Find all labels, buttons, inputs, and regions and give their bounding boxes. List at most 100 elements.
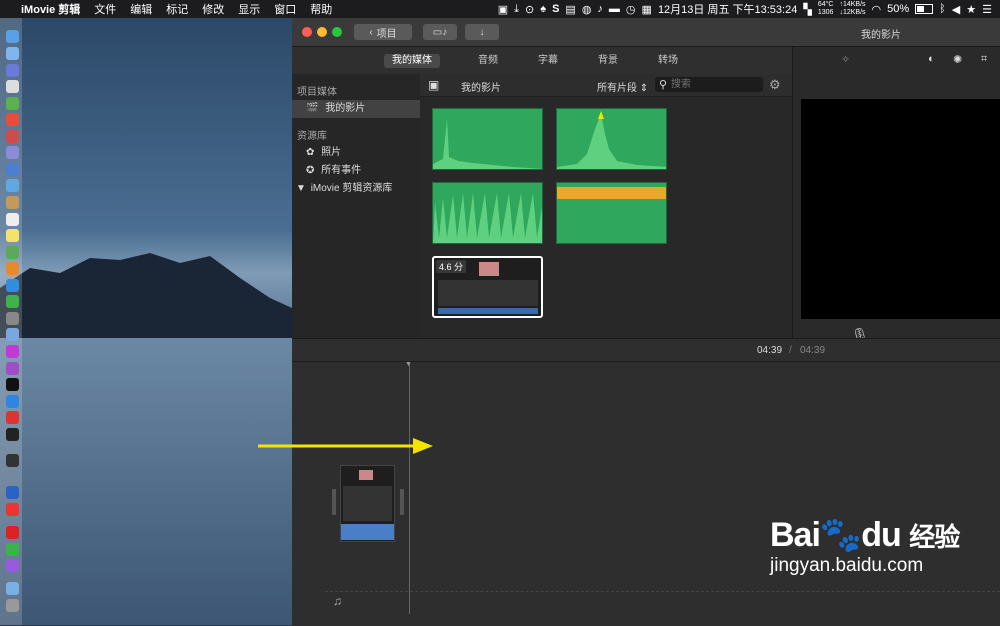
photos-icon[interactable] — [6, 262, 19, 275]
activity-monitor-icon[interactable] — [6, 454, 19, 467]
wifi-icon[interactable]: ◠ — [872, 3, 882, 16]
sidebar-item-my-movie[interactable]: 🎬 我的影片 — [292, 100, 420, 118]
battery-icon[interactable] — [915, 4, 934, 14]
tab-backgrounds[interactable]: 背景 — [590, 54, 626, 68]
chrome-icon[interactable] — [6, 113, 19, 126]
siri-icon[interactable] — [6, 47, 19, 60]
appstore-icon[interactable] — [6, 395, 19, 408]
tab-audio[interactable]: 音频 — [470, 54, 506, 68]
video-frame-image — [438, 308, 538, 314]
music-track[interactable]: ♫ — [325, 591, 1000, 612]
podcasts-icon[interactable] — [6, 362, 19, 375]
audio-clip-thumbnail[interactable] — [556, 182, 667, 244]
message-icon[interactable]: ▬ — [609, 3, 620, 15]
menu-help[interactable]: 帮助 — [303, 1, 339, 17]
audio-clip-thumbnail[interactable] — [432, 182, 543, 244]
wechat-icon[interactable] — [6, 543, 19, 556]
launchpad-icon[interactable] — [6, 64, 19, 77]
desktop-background — [0, 18, 292, 625]
s-app-icon[interactable]: S — [552, 3, 559, 15]
imovie-icon[interactable] — [6, 559, 19, 572]
disclosure-triangle-icon[interactable]: ▼ — [296, 183, 306, 194]
status-icon[interactable]: ▣ — [498, 3, 508, 16]
app-icon[interactable] — [6, 163, 19, 176]
viewer-panel: ✧ ◐ ✺ ⌗ 🎙 — [792, 47, 1000, 343]
status-icon[interactable]: ▚ — [803, 3, 811, 16]
maps-icon[interactable] — [6, 246, 19, 259]
menu-modify[interactable]: 修改 — [195, 1, 231, 17]
search-field[interactable]: ⚲ — [655, 77, 763, 92]
color-palette-icon[interactable]: ✺ — [953, 53, 962, 66]
datetime[interactable]: 12月13日 周五 下午13:53:24 — [658, 1, 797, 17]
sidebar-toggle-icon[interactable]: ▣ — [428, 78, 439, 92]
bluetooth-icon[interactable]: ᛒ — [939, 3, 946, 15]
safari-icon[interactable] — [6, 80, 19, 93]
search-input[interactable] — [671, 78, 759, 90]
tab-titles[interactable]: 字幕 — [530, 54, 566, 68]
app-icon[interactable] — [6, 196, 19, 209]
network-readout[interactable]: ↑14KB/s ↓12KB/s — [839, 1, 865, 17]
terminal-icon[interactable] — [6, 428, 19, 441]
settings-gear-icon[interactable]: ⚙ — [769, 77, 781, 93]
trim-handle-right[interactable] — [400, 489, 404, 515]
status-icon[interactable]: ⊙ — [525, 3, 534, 16]
music-icon[interactable] — [6, 345, 19, 358]
menu-view[interactable]: 显示 — [231, 1, 267, 17]
appletv-icon[interactable] — [6, 378, 19, 391]
app-icon[interactable] — [6, 130, 19, 143]
app-menu[interactable]: iMovie 剪辑 — [14, 1, 87, 17]
waveform-icon — [557, 187, 666, 243]
menu-window[interactable]: 窗口 — [267, 1, 303, 17]
temp-readout[interactable]: 64°C 1306 — [818, 1, 834, 17]
timeline-video-clip[interactable] — [340, 465, 395, 542]
magic-wand-icon[interactable]: ✧ — [841, 53, 850, 66]
audio-clip-thumbnail[interactable] — [432, 108, 543, 170]
android-icon[interactable] — [6, 97, 19, 110]
app-icon[interactable] — [6, 179, 19, 192]
app-icon[interactable] — [6, 146, 19, 159]
media-tab-bar: 我的媒体 音频 字幕 背景 转场 — [292, 47, 792, 74]
yandex-icon[interactable] — [6, 503, 19, 516]
star-icon[interactable]: ★ — [966, 3, 976, 16]
menu-mark[interactable]: 标记 — [159, 1, 195, 17]
menu-list-icon[interactable]: ☰ — [982, 3, 992, 16]
netease-music-icon[interactable] — [6, 526, 19, 539]
sidebar-item-library[interactable]: ▼ iMovie 剪辑资源库 — [292, 180, 420, 198]
camera-icon[interactable] — [6, 312, 19, 325]
clip-filter-select[interactable]: 所有片段 ⇕ — [597, 79, 648, 94]
menu-edit[interactable]: 编辑 — [123, 1, 159, 17]
crop-icon[interactable]: ⌗ — [981, 53, 987, 66]
sidebar-item-label: iMovie 剪辑资源库 — [310, 183, 393, 194]
audio-clip-thumbnail[interactable] — [556, 108, 667, 170]
status-icon[interactable]: ▤ — [565, 3, 575, 16]
status-icon[interactable]: ♪ — [597, 3, 603, 15]
video-clip-thumbnail-selected[interactable]: 4.6 分 — [432, 256, 543, 318]
clock-icon[interactable]: ◷ — [626, 3, 636, 16]
sidebar-item-photos[interactable]: ✿ 照片 — [292, 144, 420, 162]
sidebar-item-all-events[interactable]: ✪ 所有事件 — [292, 162, 420, 180]
downloads-folder-icon[interactable] — [6, 582, 19, 595]
video-preview[interactable] — [801, 99, 1000, 319]
tab-my-media[interactable]: 我的媒体 — [384, 54, 440, 68]
qq-icon[interactable]: ♠ — [540, 3, 546, 15]
download-icon[interactable]: ⤓ — [514, 3, 519, 16]
notes-icon[interactable] — [6, 229, 19, 242]
vpn-icon[interactable] — [6, 486, 19, 499]
menu-file[interactable]: 文件 — [87, 1, 123, 17]
calendar-icon[interactable] — [6, 213, 19, 226]
battery-percent[interactable]: 50% — [887, 3, 909, 15]
vivaldi-icon[interactable] — [6, 411, 19, 424]
trash-icon[interactable] — [6, 599, 19, 612]
color-balance-icon[interactable]: ◐ — [928, 53, 935, 65]
volume-icon[interactable]: ◀ — [952, 3, 960, 16]
playhead[interactable] — [409, 364, 410, 614]
keynote-icon[interactable] — [6, 328, 19, 341]
net-down: ↓12KB/s — [839, 9, 866, 16]
facetime-icon[interactable] — [6, 295, 19, 308]
trim-handle-left[interactable] — [332, 489, 336, 515]
messages-icon[interactable] — [6, 279, 19, 292]
tab-transitions[interactable]: 转场 — [650, 54, 686, 68]
finder-icon[interactable] — [6, 30, 19, 43]
globe-icon[interactable]: ◍ — [582, 3, 592, 16]
media-browser: ▣ 我的影片 所有片段 ⇕ ⚲ ⚙ — [420, 74, 792, 338]
